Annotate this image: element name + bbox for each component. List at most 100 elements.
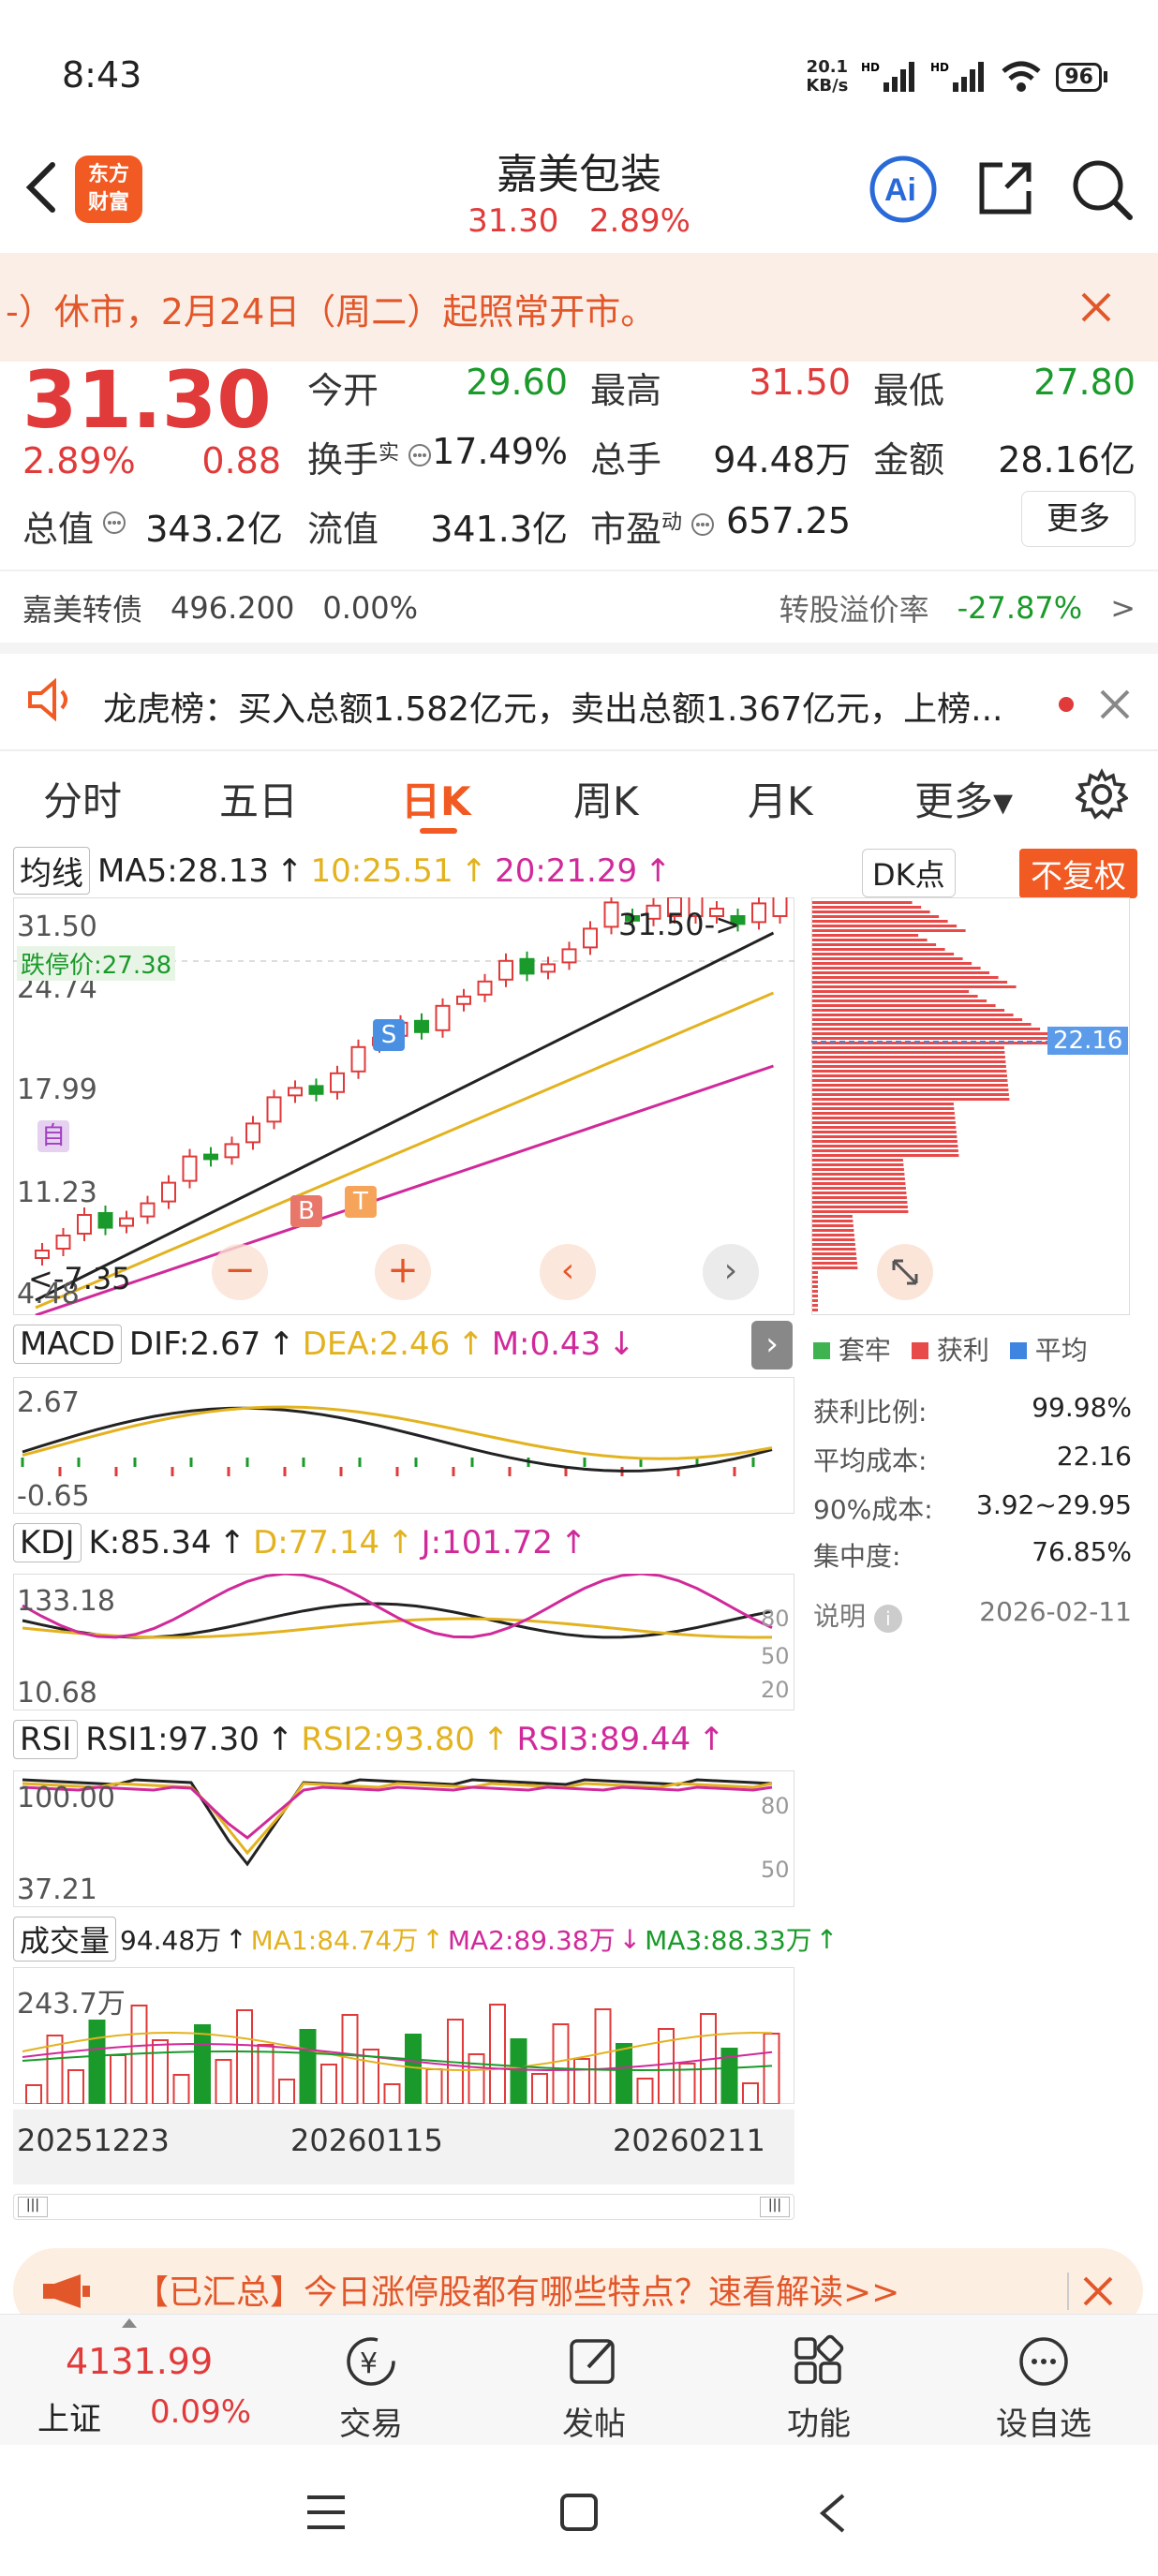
chip-bar [812,981,1008,984]
tab-five-day[interactable]: 五日 [219,770,298,827]
chip-bar [812,1159,903,1162]
info-icon[interactable] [690,511,716,538]
lhb-banner[interactable]: 龙虎榜：买入总额1.582亿元，卖出总额1.367亿元，上榜... [0,643,1158,748]
buy-marker[interactable]: B [290,1195,322,1227]
ai-icon[interactable]: Ai [868,154,939,225]
volume-bar [320,2064,337,2104]
volume-bar [215,2059,232,2104]
volume-bar [110,2054,126,2104]
volume-bar [510,2038,527,2104]
info-icon[interactable]: i [873,1605,902,1633]
add-watchlist-button[interactable]: 设自选 [959,2333,1128,2444]
chip-bar [812,1295,818,1297]
kdj-chart[interactable] [13,1574,794,1710]
status-bar: 8:43 20.1 KB/s HD HD 96 [0,0,1158,141]
close-icon[interactable] [1098,688,1132,721]
volume-bar [594,2008,612,2104]
menu-icon[interactable] [305,2494,347,2531]
premium-row[interactable]: 转股溢价率 -27.87% > [779,586,1136,629]
volume-bar [194,2024,211,2104]
chip-bar [812,1248,856,1251]
index-name[interactable]: 上证 [37,2393,101,2439]
functions-button[interactable]: 功能 [735,2333,903,2444]
self-select-marker[interactable]: 自 [37,1120,69,1152]
volume-bar [742,2082,759,2104]
zoom-in-button[interactable]: + [375,1244,431,1300]
volume-bar [383,2083,401,2104]
expand-button[interactable] [877,1244,933,1300]
megaphone-icon [43,2274,90,2308]
convertible-bond-row[interactable]: 嘉美转债 496.200 0.00% [22,586,418,629]
chip-bar [812,948,945,951]
chip-bar [812,1074,1007,1077]
last-price: 31.30 [22,354,272,446]
candle-body [414,1019,429,1033]
tab-monthly-k[interactable]: 月K [748,770,813,827]
range-handle-left[interactable]: ||| [18,2197,48,2217]
tab-more[interactable]: 更多▾ [914,770,1013,827]
stat-note-row[interactable]: 说明 i 2026-02-11 [813,1596,1132,1634]
share-icon[interactable] [974,157,1036,219]
kdj-top-label: 133.18 [17,1585,115,1618]
chart-frame [13,1574,794,1710]
candle-body [140,1202,156,1218]
tab-minute[interactable]: 分时 [43,770,122,827]
rsi-selector[interactable]: RSI [13,1720,79,1759]
chip-bar [812,1023,1032,1026]
chip-bar [812,1173,905,1176]
chip-bar [812,1238,855,1241]
tab-weekly-k[interactable]: 周K [573,770,639,827]
home-icon[interactable] [558,2492,600,2533]
more-button[interactable]: 更多 [1021,491,1136,547]
grid-icon [794,2334,844,2384]
chip-bar [812,1285,818,1288]
notice-text: -）休市，2月24日（周二）起照常开市。 [6,291,657,333]
close-icon[interactable] [1077,289,1115,326]
rsi-chart[interactable] [13,1770,794,1907]
volume-bar [489,2004,506,2104]
chip-bar [812,1234,854,1236]
search-icon[interactable] [1070,157,1136,223]
macd-chart[interactable] [13,1377,794,1514]
open-label: 今开 [307,370,379,411]
chip-bar [812,1187,906,1190]
close-icon[interactable] [1066,2271,1122,2312]
back-nav-icon[interactable] [815,2492,849,2535]
dk-button[interactable]: DK点 [862,849,956,897]
index-change[interactable]: 0.09% [150,2393,251,2431]
ma-selector[interactable]: 均线 [13,847,90,895]
volume-selector[interactable]: 成交量 [13,1917,117,1962]
expand-caret-icon[interactable] [122,2318,137,2328]
high-label: 最高 [590,370,662,411]
chip-bar [812,1051,1005,1054]
tab-daily-k[interactable]: 日K [401,770,471,827]
macd-selector[interactable]: MACD [13,1325,122,1364]
zoom-out-button[interactable]: − [212,1244,268,1300]
adjust-button[interactable]: 不复权 [1019,849,1137,898]
range-scrollbar[interactable]: ||| ||| [13,2194,794,2220]
trade-button[interactable]: ¥ 交易 [287,2333,455,2444]
volume-bar [67,2069,84,2104]
sell-marker[interactable]: S [373,1019,405,1051]
t-marker[interactable]: T [345,1186,377,1218]
chip-bar [812,1135,958,1138]
index-value[interactable]: 4131.99 [66,2341,213,2382]
chip-bar [812,920,948,923]
post-button[interactable]: 发帖 [510,2333,678,2444]
gear-icon[interactable] [1076,768,1128,821]
candle-body [772,897,788,917]
next-button[interactable]: › [703,1244,759,1300]
open-value: 29.60 [466,362,568,403]
expand-indicator-button[interactable]: › [751,1321,793,1369]
chip-bar [812,995,978,998]
candle-body [541,963,556,973]
info-icon[interactable] [101,510,127,536]
volume-bar [468,2053,485,2104]
change-amount: 0.88 [201,440,281,481]
volume-chart[interactable] [13,1967,794,2104]
prev-button[interactable]: ‹ [540,1244,596,1300]
rsi-legend: RSI RSI1:97.30 ↑ RSI2:93.80 ↑ RSI3:89.44 ↑ [13,1720,725,1759]
stat-avg-cost: 平均成本: 22.16 [813,1441,1132,1476]
kdj-selector[interactable]: KDJ [13,1523,82,1562]
range-handle-right[interactable]: ||| [760,2197,790,2217]
